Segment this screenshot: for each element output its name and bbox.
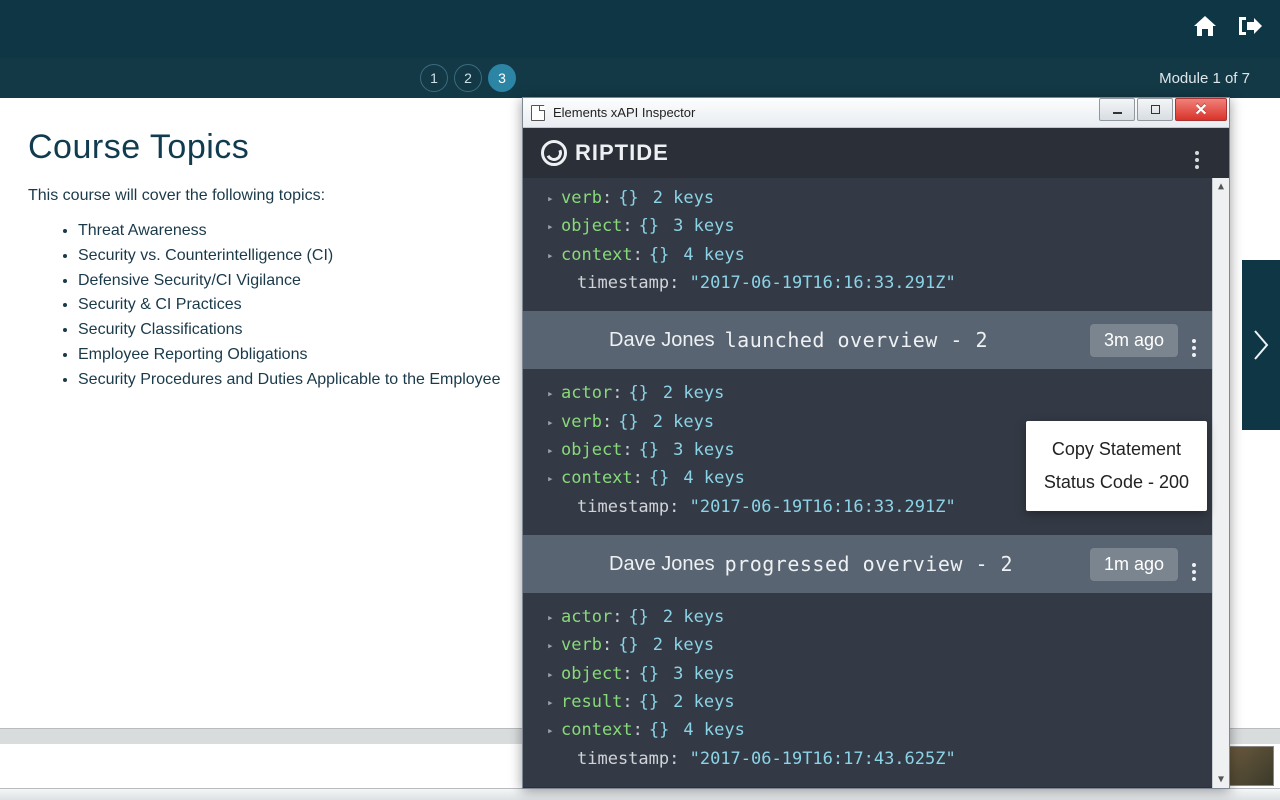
statement-time-badge: 3m ago — [1090, 324, 1178, 357]
json-row[interactable]: ▸object:{}3 keys — [523, 212, 1212, 240]
statement-actor: Dave Jones — [609, 329, 715, 352]
close-button[interactable]: ✕ — [1175, 98, 1227, 121]
json-timestamp: timestamp: "2017-06-19T16:17:43.625Z" — [523, 745, 1212, 773]
statement-bar[interactable]: Dave Jones launched overview - 2 3m ago — [523, 311, 1212, 369]
copy-statement-item[interactable]: Copy Statement — [1044, 433, 1189, 466]
inspector-body: ▸verb:{}2 keys ▸object:{}3 keys ▸context… — [523, 178, 1229, 788]
json-row[interactable]: ▸object:{}3 keys — [523, 660, 1212, 688]
statement-verb-object: progressed overview - 2 — [725, 552, 1013, 576]
page-1[interactable]: 1 — [420, 64, 448, 92]
statement-menu-icon[interactable] — [1192, 324, 1196, 357]
taskbar-thumbnail[interactable] — [1228, 746, 1274, 786]
subbar: 1 2 3 Module 1 of 7 — [0, 58, 1280, 98]
statement-popup: Copy Statement Status Code - 200 — [1026, 421, 1207, 511]
json-row[interactable]: ▸result:{}2 keys — [523, 688, 1212, 716]
statement-actor: Dave Jones — [609, 553, 715, 576]
scrollbar[interactable]: ▲ ▼ — [1212, 178, 1229, 788]
statement-time-badge: 1m ago — [1090, 548, 1178, 581]
inspector-header: RIPTIDE — [523, 128, 1229, 178]
module-label: Module 1 of 7 — [1159, 70, 1250, 87]
statement-bar[interactable]: Dave Jones progressed overview - 2 1m ag… — [523, 535, 1212, 593]
next-button[interactable] — [1242, 260, 1280, 430]
home-icon[interactable] — [1192, 14, 1218, 45]
page-3[interactable]: 3 — [488, 64, 516, 92]
inspector-window: Elements xAPI Inspector ✕ RIPTIDE ▸verb:… — [522, 97, 1230, 789]
page-circles: 1 2 3 — [420, 64, 516, 92]
json-row[interactable]: ▸actor:{}2 keys — [523, 379, 1212, 407]
json-timestamp: timestamp: "2017-06-19T16:16:33.291Z" — [523, 269, 1212, 297]
json-row[interactable]: ▸context:{}4 keys — [523, 716, 1212, 744]
window-titlebar[interactable]: Elements xAPI Inspector ✕ — [523, 98, 1229, 128]
scroll-up-icon[interactable]: ▲ — [1213, 178, 1229, 195]
topbar — [0, 0, 1280, 58]
brand-name: RIPTIDE — [575, 140, 669, 166]
statement-menu-icon[interactable] — [1192, 548, 1196, 581]
window-title: Elements xAPI Inspector — [553, 105, 695, 120]
json-block: ▸verb:{}2 keys ▸object:{}3 keys ▸context… — [523, 178, 1212, 311]
status-code-item[interactable]: Status Code - 200 — [1044, 466, 1189, 499]
json-block: ▸actor:{}2 keys ▸verb:{}2 keys ▸object:{… — [523, 593, 1212, 787]
header-menu-icon[interactable] — [1195, 138, 1199, 169]
json-row[interactable]: ▸verb:{}2 keys — [523, 631, 1212, 659]
document-icon — [531, 105, 545, 121]
exit-icon[interactable] — [1236, 14, 1262, 45]
minimize-button[interactable] — [1099, 98, 1135, 121]
json-row[interactable]: ▸context:{}4 keys — [523, 241, 1212, 269]
brand-logo: RIPTIDE — [541, 140, 669, 166]
page-2[interactable]: 2 — [454, 64, 482, 92]
statement-verb-object: launched overview - 2 — [725, 328, 988, 352]
json-row[interactable]: ▸actor:{}2 keys — [523, 603, 1212, 631]
taskbar — [0, 788, 1280, 800]
riptide-icon — [541, 140, 567, 166]
json-row[interactable]: ▸verb:{}2 keys — [523, 184, 1212, 212]
window-controls: ✕ — [1099, 98, 1229, 127]
scroll-down-icon[interactable]: ▼ — [1213, 771, 1229, 788]
maximize-button[interactable] — [1137, 98, 1173, 121]
